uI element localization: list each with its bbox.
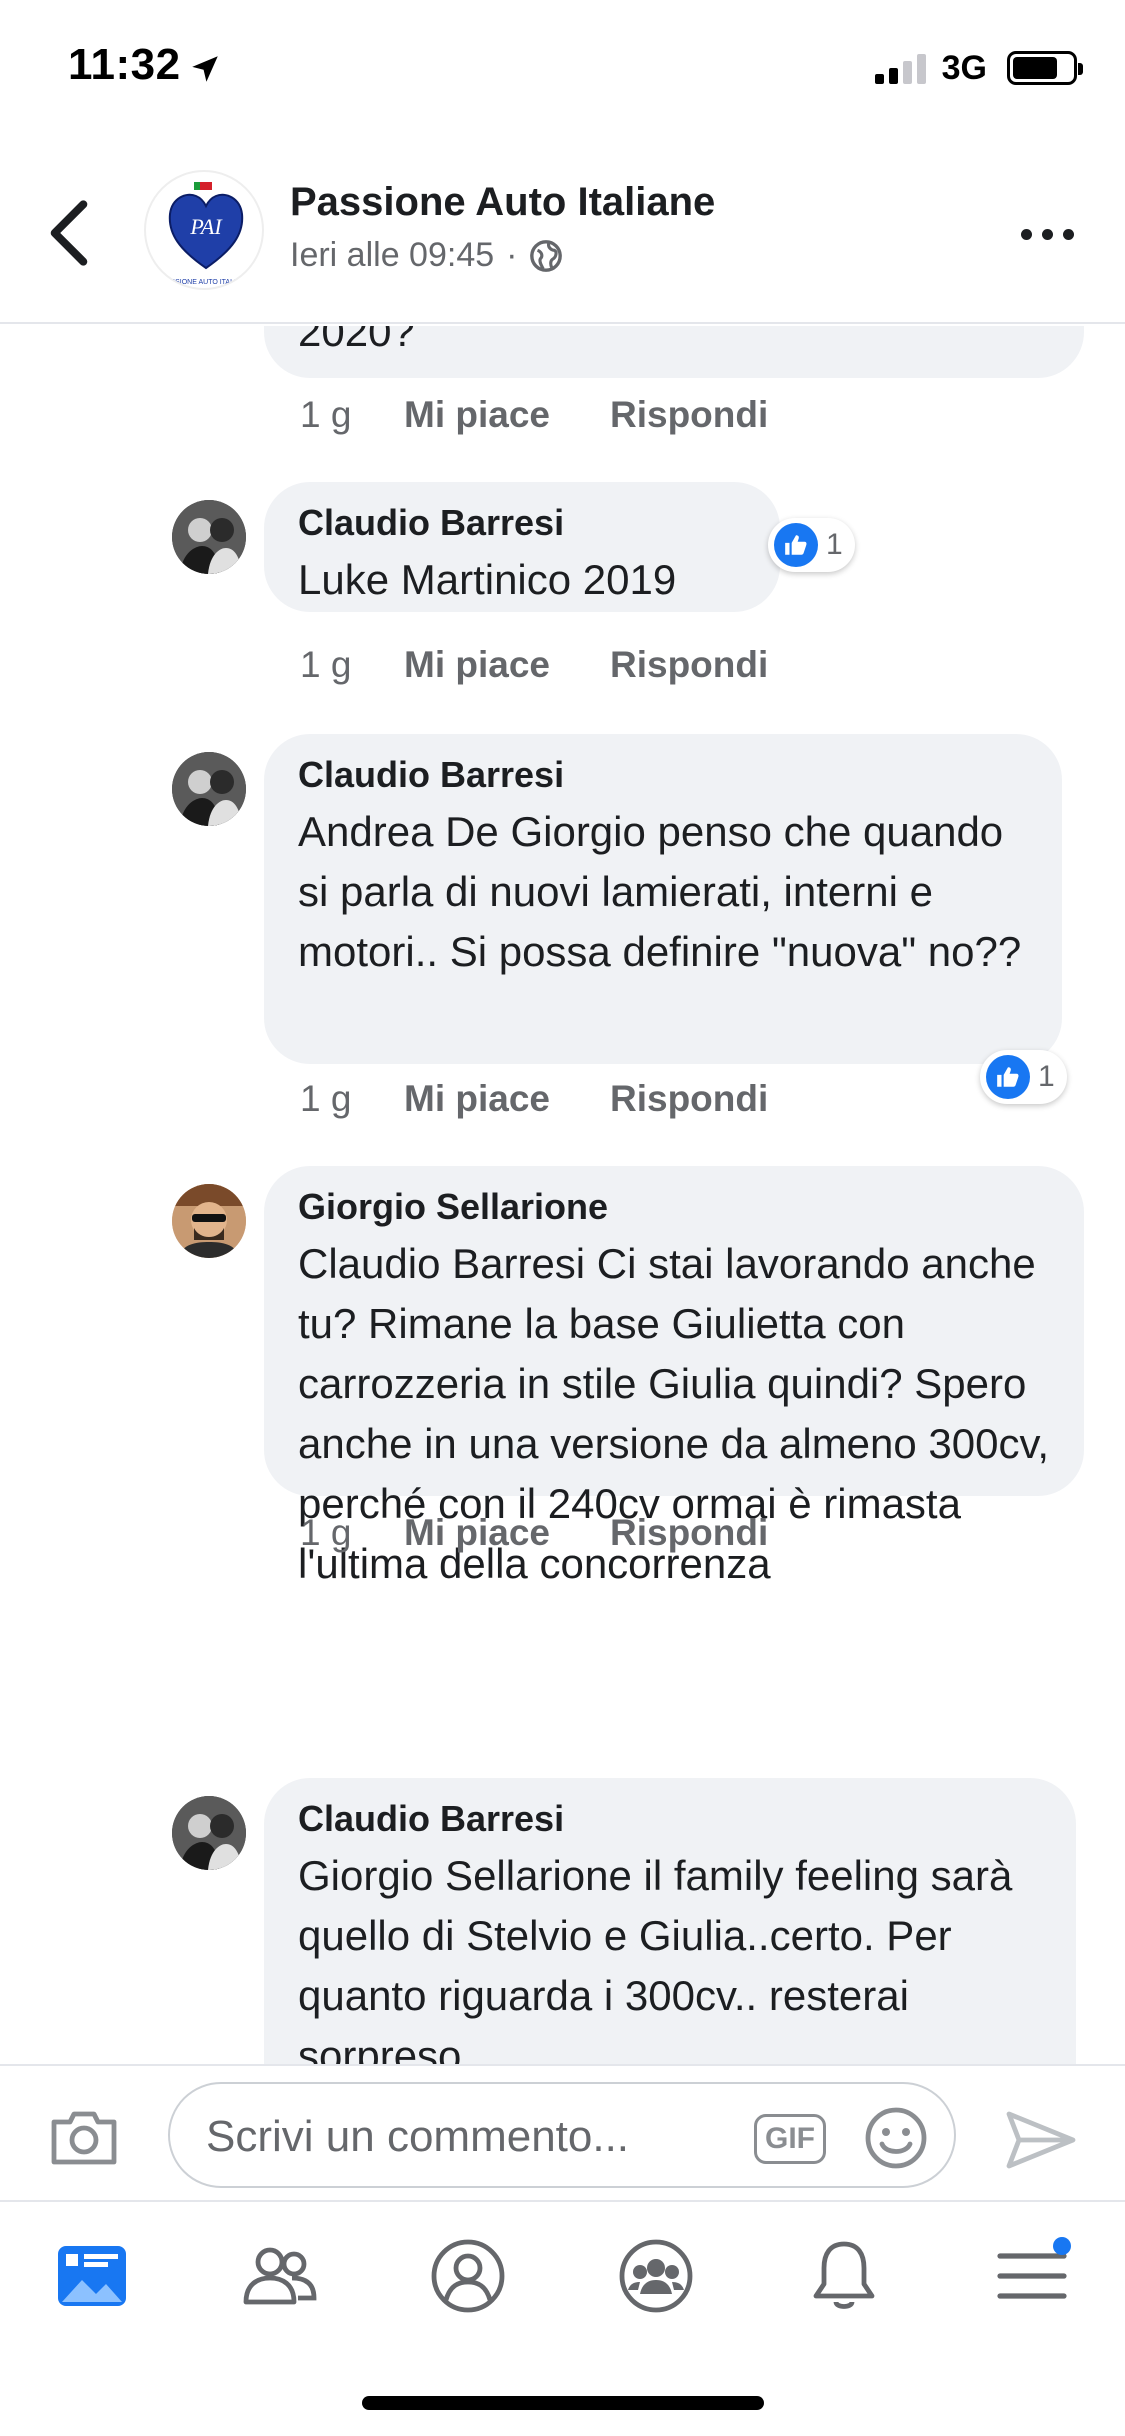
comment-actions: 1 g Mi piace Rispondi bbox=[300, 644, 768, 686]
comment-text: Andrea De Giorgio penso che quando si pa… bbox=[298, 808, 1022, 975]
svg-text:PAI: PAI bbox=[189, 214, 223, 239]
notifications-icon[interactable] bbox=[804, 2236, 884, 2316]
comment-author[interactable]: Claudio Barresi bbox=[298, 502, 746, 544]
comment-placeholder: Scrivi un commento... bbox=[206, 2112, 630, 2161]
comment-bubble: Claudio Barresi Andrea De Giorgio penso … bbox=[264, 734, 1062, 1064]
svg-text:PASSIONE AUTO ITALIANE: PASSIONE AUTO ITALIANE bbox=[162, 279, 251, 286]
post-meta: Ieri alle 09:45 · bbox=[290, 236, 563, 275]
comment-bubble: 2020? bbox=[264, 326, 1084, 378]
status-time: 11:32 bbox=[68, 40, 181, 89]
camera-icon[interactable] bbox=[48, 2108, 120, 2168]
comment-time: 1 g bbox=[300, 1512, 352, 1553]
back-chevron-icon[interactable] bbox=[44, 198, 94, 268]
profile-icon[interactable] bbox=[428, 2236, 508, 2316]
reaction-number: 1 bbox=[1038, 1060, 1055, 1093]
groups-icon[interactable] bbox=[616, 2236, 696, 2316]
post-timestamp[interactable]: Ieri alle 09:45 bbox=[290, 236, 494, 275]
comment-composer: Scrivi un commento... GIF bbox=[0, 2064, 1125, 2200]
comment-bubble: Claudio Barresi Giorgio Sellarione il fa… bbox=[264, 1778, 1076, 2064]
reaction-count[interactable]: 1 bbox=[980, 1050, 1067, 1104]
comment-actions: 1 g Mi piace Rispondi bbox=[300, 394, 768, 436]
menu-icon[interactable] bbox=[992, 2236, 1072, 2316]
globe-icon bbox=[530, 239, 563, 272]
avatar[interactable] bbox=[172, 752, 246, 826]
reply-link[interactable]: Rispondi bbox=[610, 1078, 768, 1120]
reply-link[interactable]: Rispondi bbox=[610, 644, 768, 686]
comment-input[interactable]: Scrivi un commento... GIF bbox=[168, 2082, 956, 2188]
reply-link[interactable]: Rispondi bbox=[610, 394, 768, 436]
like-link[interactable]: Mi piace bbox=[404, 644, 610, 686]
comment-time: 1 g bbox=[300, 394, 352, 435]
comment-text: Giorgio Sellarione il family feeling sar… bbox=[298, 1852, 1013, 2064]
comments-list: 2020? 1 g Mi piace Rispondi Claudio Barr… bbox=[0, 326, 1125, 2064]
avatar[interactable] bbox=[172, 500, 246, 574]
meta-separator: · bbox=[506, 236, 518, 274]
comment-author[interactable]: Claudio Barresi bbox=[298, 754, 1028, 796]
avatar[interactable] bbox=[172, 1796, 246, 1870]
comment-author[interactable]: Giorgio Sellarione bbox=[298, 1186, 1050, 1228]
pai-logo-icon: PAI PASSIONE AUTO ITALIANE bbox=[162, 182, 251, 286]
comment-time: 1 g bbox=[300, 644, 352, 685]
comment-time: 1 g bbox=[300, 1078, 352, 1119]
like-link[interactable]: Mi piace bbox=[404, 1078, 610, 1120]
reaction-number: 1 bbox=[826, 528, 843, 561]
page-avatar[interactable]: PAI PASSIONE AUTO ITALIANE bbox=[144, 170, 264, 290]
emoji-icon[interactable] bbox=[864, 2106, 928, 2170]
network-type: 3G bbox=[941, 48, 987, 87]
reaction-count[interactable]: 1 bbox=[768, 518, 855, 572]
reply-link[interactable]: Rispondi bbox=[610, 1512, 768, 1554]
comment-actions: 1 g Mi piace Rispondi bbox=[300, 1512, 768, 1554]
gif-icon[interactable]: GIF bbox=[754, 2114, 826, 2164]
like-reaction-icon bbox=[986, 1055, 1030, 1099]
more-dots-icon[interactable] bbox=[1021, 220, 1081, 248]
comment-actions: 1 g Mi piace Rispondi bbox=[300, 1078, 768, 1120]
home-indicator bbox=[362, 2396, 764, 2410]
like-link[interactable]: Mi piace bbox=[404, 394, 610, 436]
location-arrow-icon bbox=[192, 56, 218, 82]
friends-icon[interactable] bbox=[240, 2236, 320, 2316]
avatar[interactable] bbox=[172, 1184, 246, 1258]
battery-icon bbox=[1007, 51, 1083, 85]
page-name[interactable]: Passione Auto Italiane bbox=[290, 180, 715, 225]
comment-bubble: Claudio Barresi Luke Martinico 2019 bbox=[264, 482, 780, 612]
comment-text: Luke Martinico 2019 bbox=[298, 556, 677, 603]
signal-strength-icon bbox=[874, 52, 926, 84]
comment-bubble: Giorgio Sellarione Claudio Barresi Ci st… bbox=[264, 1166, 1084, 1587]
post-header: PAI PASSIONE AUTO ITALIANE Passione Auto… bbox=[0, 140, 1125, 324]
comment-author[interactable]: Claudio Barresi bbox=[298, 1798, 1042, 1840]
like-link[interactable]: Mi piace bbox=[404, 1512, 610, 1554]
status-bar: 11:32 3G bbox=[0, 0, 1125, 140]
like-reaction-icon bbox=[774, 523, 818, 567]
comment-text: 2020? bbox=[298, 326, 415, 355]
news-feed-icon[interactable] bbox=[52, 2236, 132, 2316]
send-icon[interactable] bbox=[1004, 2108, 1078, 2172]
